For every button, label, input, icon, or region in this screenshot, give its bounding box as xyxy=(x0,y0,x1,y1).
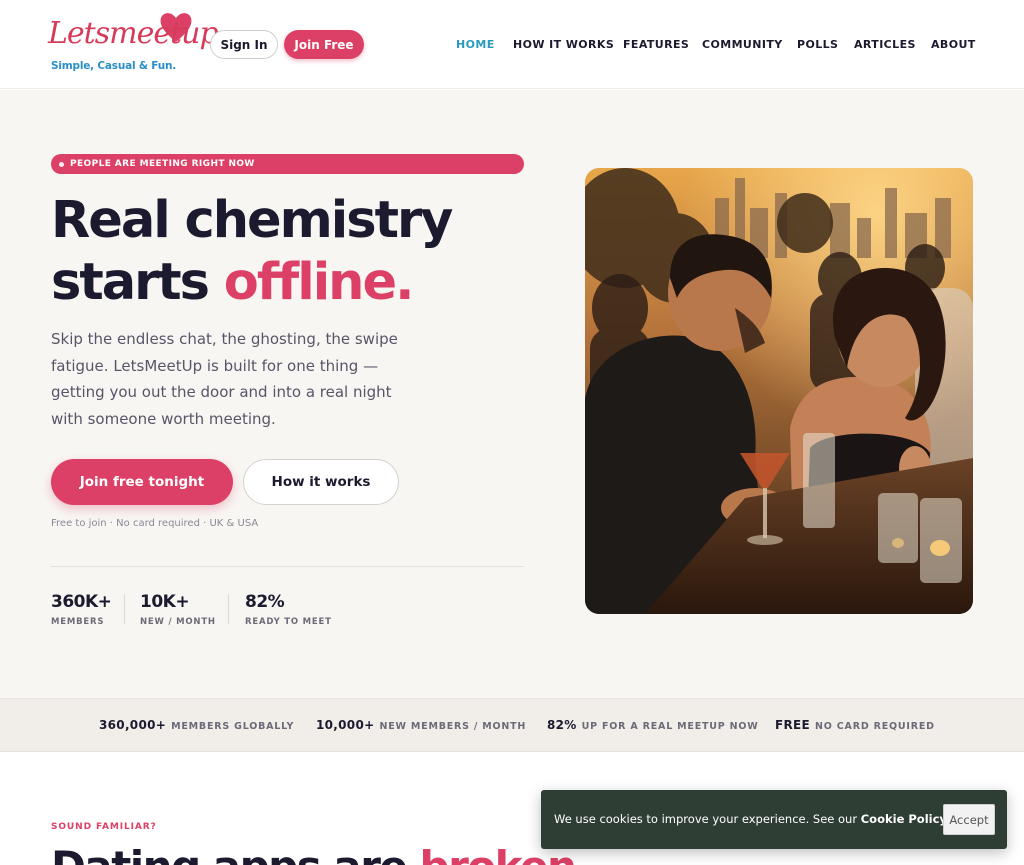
section-title: Dating apps are broken xyxy=(51,842,577,865)
strip-label: NO CARD REQUIRED xyxy=(815,721,935,732)
site-header: Letsmeetup .com Simple, Casual & Fun. Si… xyxy=(0,0,1024,89)
strip-label: UP FOR A REAL MEETUP NOW xyxy=(581,721,759,732)
stat-label: MEMBERS xyxy=(51,617,105,627)
cookie-accept-button[interactable]: Accept xyxy=(943,804,995,835)
cookie-text: We use cookies to improve your experienc… xyxy=(554,812,861,826)
strip-value: 360,000+ xyxy=(99,718,167,732)
cookie-banner: We use cookies to improve your experienc… xyxy=(541,790,1007,849)
strip-item: 82% UP FOR A REAL MEETUP NOW xyxy=(547,718,759,732)
hero-photo-illustration xyxy=(585,168,973,614)
logo-wordmark: Letsmeetup xyxy=(48,16,219,51)
sign-in-button[interactable]: Sign In xyxy=(210,30,278,59)
nav-community[interactable]: COMMUNITY xyxy=(702,38,783,51)
stat-value: 360K+ xyxy=(51,592,112,612)
strip-value: FREE xyxy=(775,718,811,732)
nav-articles[interactable]: ARTICLES xyxy=(854,38,916,51)
cookie-message: We use cookies to improve your experienc… xyxy=(554,812,947,826)
strip-value: 10,000+ xyxy=(316,718,375,732)
headline-line-1: Real chemistry xyxy=(51,191,453,250)
live-dot-icon xyxy=(59,161,64,167)
hero-description: Skip the endless chat, the ghosting, the… xyxy=(51,330,398,428)
stat-new-per-month: 10K+ NEW / MONTH xyxy=(140,592,216,627)
hero-section: PEOPLE ARE MEETING RIGHT NOW Real chemis… xyxy=(0,90,1024,698)
section-title-text: Dating apps are xyxy=(51,842,420,865)
stat-members: 360K+ MEMBERS xyxy=(51,592,112,627)
hero-divider xyxy=(51,566,524,567)
live-badge: PEOPLE ARE MEETING RIGHT NOW xyxy=(51,154,524,174)
badge-label: PEOPLE ARE MEETING RIGHT NOW xyxy=(70,159,255,169)
nav-features[interactable]: FEATURES xyxy=(623,38,689,51)
nav-how-it-works[interactable]: HOW IT WORKS xyxy=(513,38,614,51)
hero-fineprint: Free to join · No card required · UK & U… xyxy=(51,518,259,529)
hero-headline: Real chemistry starts offline. xyxy=(51,190,531,314)
nav-polls[interactable]: POLLS xyxy=(797,38,838,51)
cookie-policy-link[interactable]: Cookie Policy xyxy=(861,812,947,826)
stat-separator xyxy=(228,594,229,624)
how-it-works-button[interactable]: How it works xyxy=(243,459,399,505)
strip-label: MEMBERS GLOBALLY xyxy=(171,721,295,732)
stats-strip: 360,000+ MEMBERS GLOBALLY 10,000+ NEW MEMB… xyxy=(0,698,1024,752)
strip-label: NEW MEMBERS / MONTH xyxy=(379,721,527,732)
hero-photo xyxy=(585,168,973,614)
join-free-tonight-button[interactable]: Join free tonight xyxy=(51,459,233,505)
site-logo[interactable]: Letsmeetup .com Simple, Casual & Fun. xyxy=(48,13,219,76)
strip-item: FREE NO CARD REQUIRED xyxy=(775,718,935,732)
strip-value: 82% xyxy=(547,718,577,732)
stat-ready-to-meet: 82% READY TO MEET xyxy=(245,592,332,627)
stat-value: 10K+ xyxy=(140,592,190,612)
stat-value: 82% xyxy=(245,592,285,612)
nav-about[interactable]: ABOUT xyxy=(931,38,976,51)
logo-tagline: Simple, Casual & Fun. xyxy=(51,60,177,72)
nav-home[interactable]: HOME xyxy=(456,38,495,51)
strip-item: 10,000+ NEW MEMBERS / MONTH xyxy=(316,718,526,732)
section-eyebrow: SOUND FAMILIAR? xyxy=(51,822,157,832)
stat-label: READY TO MEET xyxy=(245,617,332,627)
strip-item: 360,000+ MEMBERS GLOBALLY xyxy=(99,718,294,732)
headline-accent: offline. xyxy=(223,253,415,312)
stat-separator xyxy=(124,594,125,624)
logo-suffix: .com xyxy=(168,26,188,35)
stat-label: NEW / MONTH xyxy=(140,617,216,627)
join-free-button[interactable]: Join Free xyxy=(284,30,364,59)
headline-line-2: starts xyxy=(51,253,224,312)
